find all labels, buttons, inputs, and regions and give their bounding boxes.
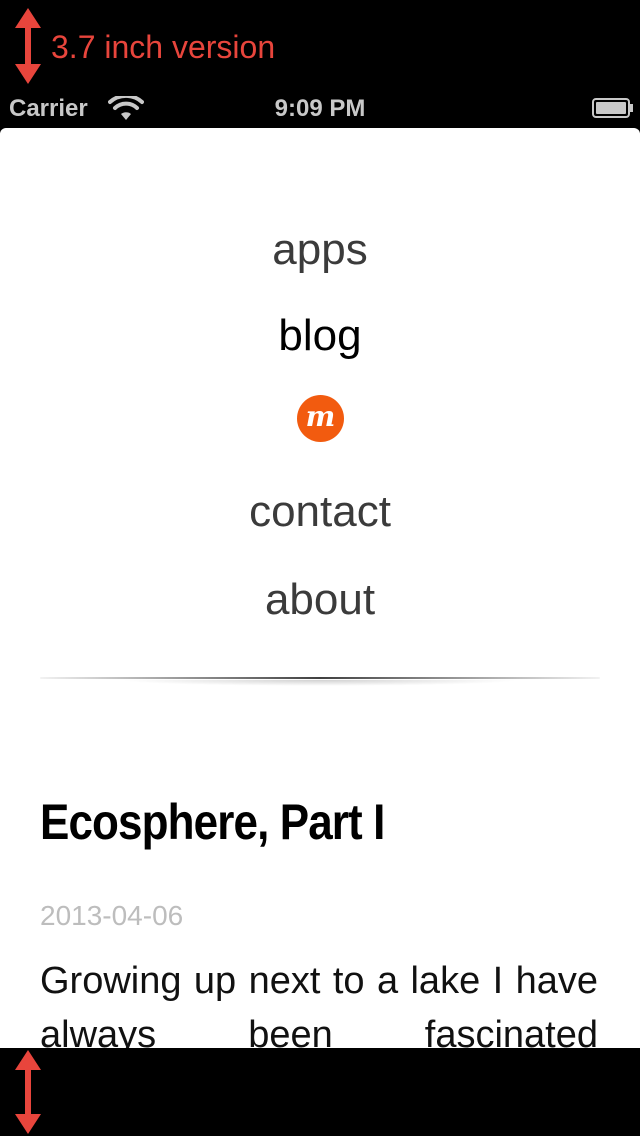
nav-link-about[interactable]: about (0, 574, 640, 626)
web-content: apps blog m contact about Ecosphere, Par… (0, 128, 640, 1048)
screenshot-frame: 3.7 inch version Carrier 9:09 PM apps bl… (0, 0, 640, 1136)
status-bar: Carrier 9:09 PM (0, 92, 640, 128)
site-logo-icon[interactable]: m (297, 395, 344, 442)
post-date: 2013-04-06 (40, 900, 184, 931)
nav-link-apps[interactable]: apps (0, 224, 640, 276)
top-annotation: 3.7 inch version (0, 0, 640, 92)
post-body: Growing up next to a lake I have always … (40, 960, 598, 1048)
height-arrow-icon (13, 8, 43, 84)
nav-link-blog[interactable]: blog (0, 310, 640, 362)
status-time: 9:09 PM (274, 95, 366, 122)
device-size-label: 3.7 inch version (51, 29, 276, 65)
bottom-annotation (0, 1048, 640, 1136)
nav-divider (40, 677, 600, 679)
post-title[interactable]: Ecosphere, Part I (40, 792, 385, 852)
nav-divider-shadow (120, 680, 520, 686)
height-arrow-bottom-icon (13, 1050, 43, 1134)
battery-icon (592, 97, 634, 119)
nav-link-contact[interactable]: contact (0, 486, 640, 538)
